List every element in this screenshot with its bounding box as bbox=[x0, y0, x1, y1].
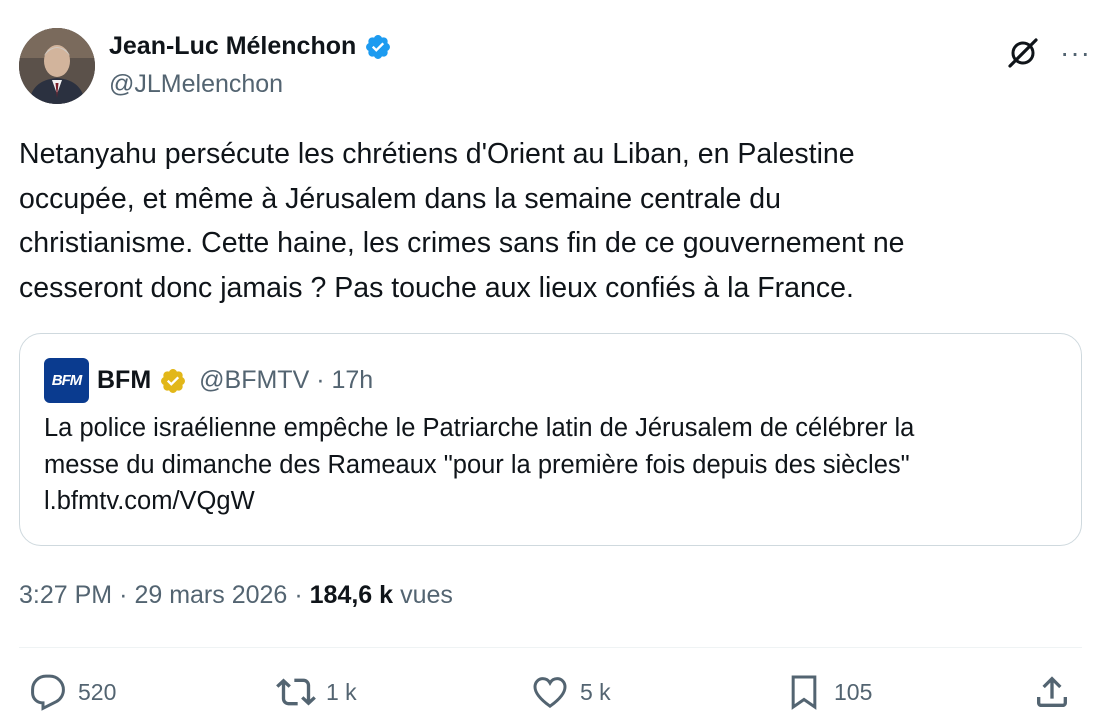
reply-count: 520 bbox=[78, 678, 117, 705]
more-icon[interactable]: ··· bbox=[1060, 39, 1091, 67]
author-handle[interactable]: @JLMelenchon bbox=[109, 70, 283, 99]
views-label: vues bbox=[400, 581, 453, 609]
action-bar: 520 1 k 5 k 105 bbox=[28, 672, 1078, 712]
verified-org-badge-icon bbox=[159, 367, 187, 395]
reply-icon bbox=[28, 672, 68, 712]
meta-separator-2: · bbox=[294, 581, 303, 609]
like-icon bbox=[530, 672, 570, 712]
meta-separator: · bbox=[119, 581, 128, 609]
tweet-date[interactable]: 29 mars 2026 bbox=[134, 581, 287, 610]
tweet-header: Jean-Luc Mélenchon @JLMelenchon ··· bbox=[19, 28, 1091, 108]
quote-avatar-logo[interactable]: BFM bbox=[44, 358, 89, 403]
repost-count: 1 k bbox=[326, 678, 357, 705]
bookmark-count: 105 bbox=[834, 678, 873, 705]
divider bbox=[19, 647, 1082, 648]
bookmark-icon bbox=[784, 672, 824, 712]
author-display-name[interactable]: Jean-Luc Mélenchon bbox=[109, 32, 356, 61]
views-count: 184,6 k bbox=[309, 581, 394, 609]
tweet-time[interactable]: 3:27 PM bbox=[19, 581, 112, 610]
reply-button[interactable]: 520 bbox=[28, 672, 116, 712]
quote-handle-time[interactable]: @BFMTV · 17h bbox=[199, 366, 373, 395]
repost-button[interactable]: 1 k bbox=[276, 672, 357, 712]
verified-badge-icon[interactable] bbox=[364, 33, 392, 61]
bookmark-button[interactable]: 105 bbox=[784, 672, 872, 712]
share-button[interactable] bbox=[1032, 672, 1072, 712]
repost-icon bbox=[276, 672, 316, 712]
share-icon bbox=[1032, 672, 1072, 712]
quote-text: La police israélienne empêche le Patriar… bbox=[44, 414, 915, 515]
avatar[interactable] bbox=[19, 28, 95, 104]
like-count: 5 k bbox=[580, 678, 611, 705]
grok-icon[interactable] bbox=[1006, 36, 1040, 70]
tweet-text: Netanyahu persécute les chrétiens d'Orie… bbox=[19, 138, 905, 304]
like-button[interactable]: 5 k bbox=[530, 672, 611, 712]
quoted-tweet[interactable]: BFM BFM @BFMTV · 17h La police israélien… bbox=[19, 333, 1082, 546]
quote-author-name[interactable]: BFM bbox=[97, 366, 151, 395]
tweet-meta: 3:27 PM · 29 mars 2026 · 184,6 k vues bbox=[19, 581, 453, 610]
